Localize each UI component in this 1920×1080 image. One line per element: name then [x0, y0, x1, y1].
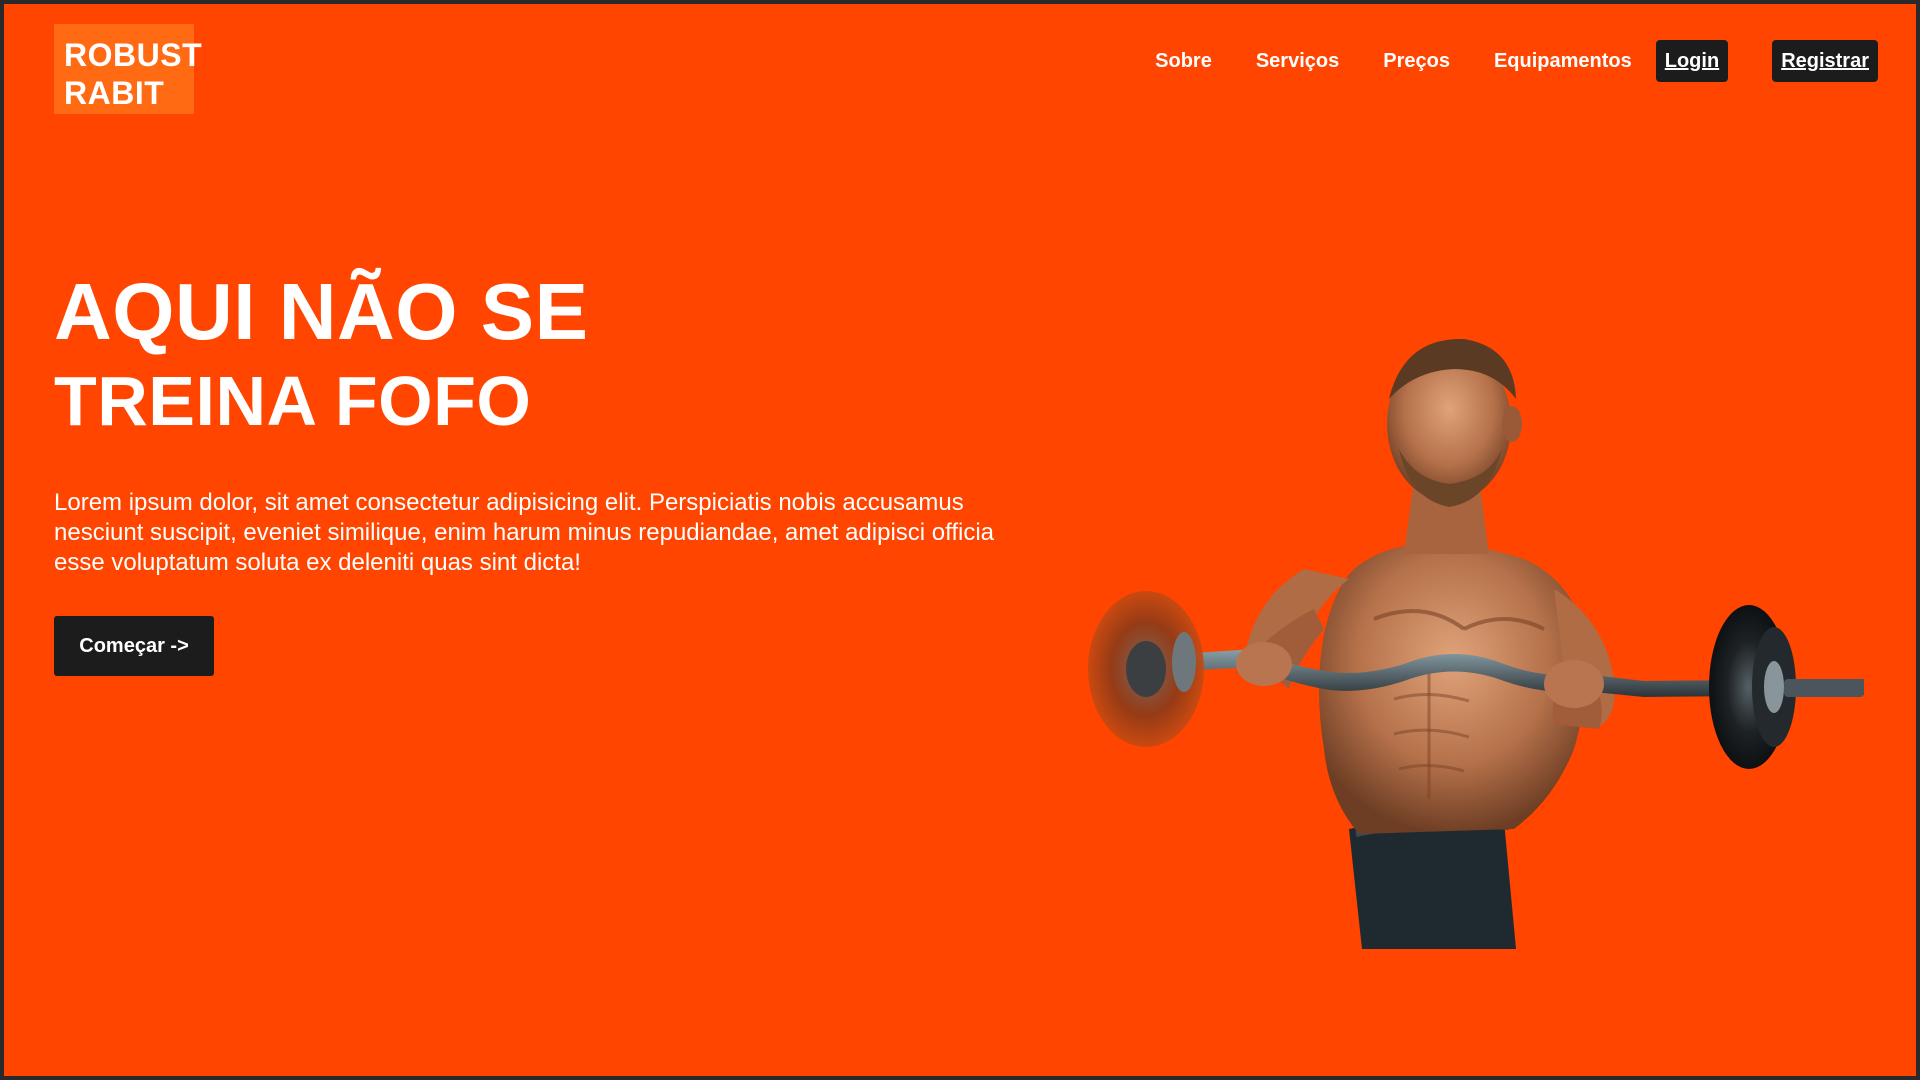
register-button[interactable]: Registrar: [1772, 40, 1878, 82]
nav-link-sobre[interactable]: Sobre: [1155, 50, 1212, 73]
landing-page: ROBUST RABIT Sobre Serviços Preços Equip…: [4, 4, 1916, 1076]
logo-line-1: ROBUST: [64, 37, 203, 73]
hero-title-line-1: AQUI NÃO SE: [54, 267, 589, 356]
nav-link-precos[interactable]: Preços: [1383, 50, 1450, 73]
login-button[interactable]: Login: [1655, 40, 1729, 82]
brand-logo[interactable]: ROBUST RABIT: [54, 24, 203, 114]
start-button[interactable]: Começar ->: [54, 616, 214, 676]
logo-line-2: RABIT: [64, 75, 165, 111]
main-nav: Sobre Serviços Preços Equipamentos Login…: [1155, 40, 1878, 82]
hero-title: AQUI NÃO SE TREINA FOFO: [54, 269, 588, 445]
nav-link-equipamentos[interactable]: Equipamentos: [1494, 50, 1632, 73]
hero-description: Lorem ipsum dolor, sit amet consectetur …: [54, 489, 995, 576]
athlete-barbell-image: [1088, 338, 1864, 949]
nav-link-servicos[interactable]: Serviços: [1256, 50, 1339, 73]
hero-title-line-2: TREINA FOFO: [54, 362, 532, 440]
